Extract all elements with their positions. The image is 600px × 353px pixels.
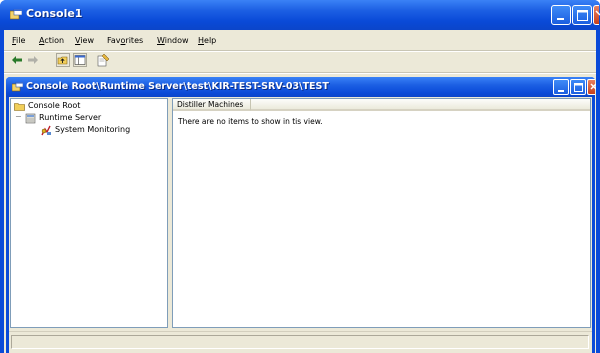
column-header-label: Distiller Machines	[177, 100, 244, 109]
up-folder-icon[interactable]	[56, 53, 70, 67]
folder-icon	[14, 103, 25, 111]
menu-bar: File Action View Favorites Window Help	[4, 34, 596, 50]
close-icon	[590, 83, 596, 90]
close-icon	[595, 10, 600, 16]
toolbar-separator-highlight	[4, 73, 596, 74]
console-tree-pane[interactable]: Console Root − Runtime Server System Mon…	[10, 98, 168, 328]
results-list-pane[interactable]: Distiller Machines There are no items to…	[172, 98, 591, 328]
window-client-area: File Action View Favorites Window Help C…	[4, 30, 596, 353]
menu-file[interactable]: File	[12, 36, 25, 45]
child-window-icon	[12, 82, 23, 92]
close-button[interactable]	[593, 5, 600, 25]
window-title: Console1	[26, 7, 83, 20]
menu-help[interactable]: Help	[198, 36, 216, 45]
column-header-filler	[251, 99, 590, 111]
console-root-child-window: Console Root\Runtime Server\test\KIR-TES…	[6, 77, 596, 353]
window-title-bar[interactable]: Console1	[0, 0, 600, 30]
minimize-icon	[557, 18, 564, 20]
properties-icon[interactable]	[96, 53, 110, 67]
child-minimize-button[interactable]	[553, 79, 569, 95]
server-icon	[25, 113, 36, 124]
maximize-icon	[574, 83, 583, 92]
minimize-button[interactable]	[551, 5, 571, 25]
toolbar	[4, 50, 596, 70]
menu-window[interactable]: Window	[157, 36, 189, 45]
tree-item-label: System Monitoring	[55, 125, 131, 134]
monitoring-icon	[41, 125, 51, 136]
mmc-app-icon	[10, 9, 22, 20]
child-window-title: Console Root\Runtime Server\test\KIR-TES…	[26, 81, 329, 92]
back-icon[interactable]	[10, 53, 24, 67]
tree-item-label: Console Root	[28, 101, 81, 110]
child-close-button[interactable]	[587, 79, 596, 95]
status-bar	[9, 331, 592, 351]
expand-collapse-toggle[interactable]: −	[15, 112, 22, 121]
empty-list-message: There are no items to show in tis view.	[178, 117, 323, 126]
maximize-button[interactable]	[572, 5, 592, 25]
child-client-area: Console Root − Runtime Server System Mon…	[9, 97, 592, 353]
menu-action[interactable]: Action	[39, 36, 64, 45]
show-hide-tree-icon[interactable]	[73, 53, 87, 67]
console-window: Console1 File Action View Favorites Wind…	[0, 0, 600, 353]
forward-icon[interactable]	[26, 53, 40, 67]
child-maximize-button[interactable]	[570, 79, 586, 95]
column-header-distiller-machines[interactable]: Distiller Machines	[173, 99, 251, 111]
menu-view[interactable]: View	[75, 36, 94, 45]
menu-favorites[interactable]: Favorites	[107, 36, 143, 45]
tree-item-label: Runtime Server	[39, 113, 102, 122]
minimize-icon	[558, 90, 564, 92]
status-panel	[11, 335, 589, 349]
child-window-title-bar[interactable]: Console Root\Runtime Server\test\KIR-TES…	[6, 77, 596, 97]
maximize-icon	[577, 10, 588, 21]
